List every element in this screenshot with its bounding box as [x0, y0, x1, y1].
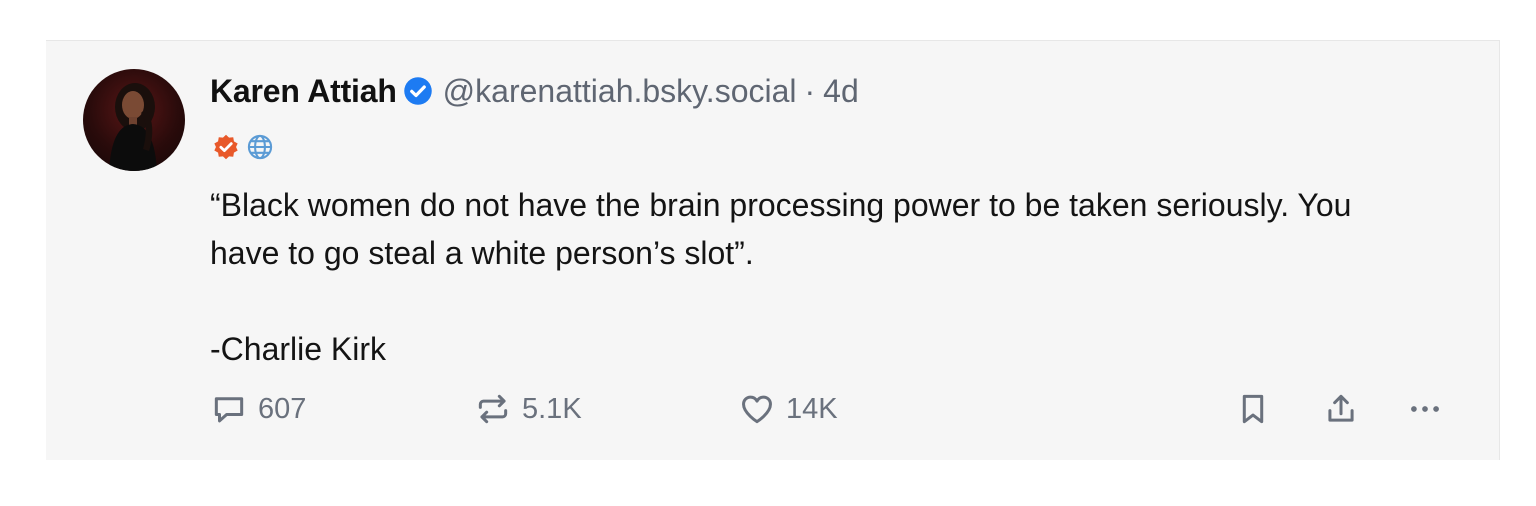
share-button[interactable] — [1322, 387, 1360, 431]
like-count: 14K — [786, 392, 838, 425]
share-icon — [1322, 390, 1360, 428]
post-text: “Black women do not have the brain proce… — [210, 181, 1410, 373]
more-options-icon — [1406, 390, 1444, 428]
more-options-button[interactable] — [1406, 387, 1444, 431]
bookmark-icon — [1234, 390, 1272, 428]
post-text-quote: “Black women do not have the brain proce… — [210, 187, 1352, 271]
avatar-photo — [109, 83, 157, 171]
reply-icon — [210, 390, 248, 428]
post-timestamp[interactable]: 4d — [823, 73, 859, 110]
author-avatar[interactable] — [83, 69, 185, 171]
like-button[interactable]: 14K — [738, 387, 838, 431]
verified-check-badge-icon[interactable] — [212, 133, 240, 161]
author-badges — [212, 133, 274, 161]
post-header: Karen Attiah @karenattiah.bsky.social · … — [210, 69, 859, 113]
globe-icon[interactable] — [246, 133, 274, 161]
repost-count: 5.1K — [522, 392, 582, 425]
verified-check-icon[interactable] — [403, 76, 433, 106]
heart-icon — [738, 390, 776, 428]
repost-icon — [474, 390, 512, 428]
author-display-name[interactable]: Karen Attiah — [210, 73, 397, 110]
header-separator: · — [804, 72, 816, 109]
post-text-attribution: -Charlie Kirk — [210, 331, 387, 367]
bookmark-button[interactable] — [1234, 387, 1272, 431]
post-card[interactable]: Karen Attiah @karenattiah.bsky.social · … — [46, 40, 1500, 460]
post-actions: 607 5.1K 14K — [210, 387, 1460, 431]
reply-button[interactable]: 607 — [210, 387, 306, 431]
repost-button[interactable]: 5.1K — [474, 387, 582, 431]
reply-count: 607 — [258, 392, 307, 425]
author-handle[interactable]: @karenattiah.bsky.social — [443, 73, 797, 110]
